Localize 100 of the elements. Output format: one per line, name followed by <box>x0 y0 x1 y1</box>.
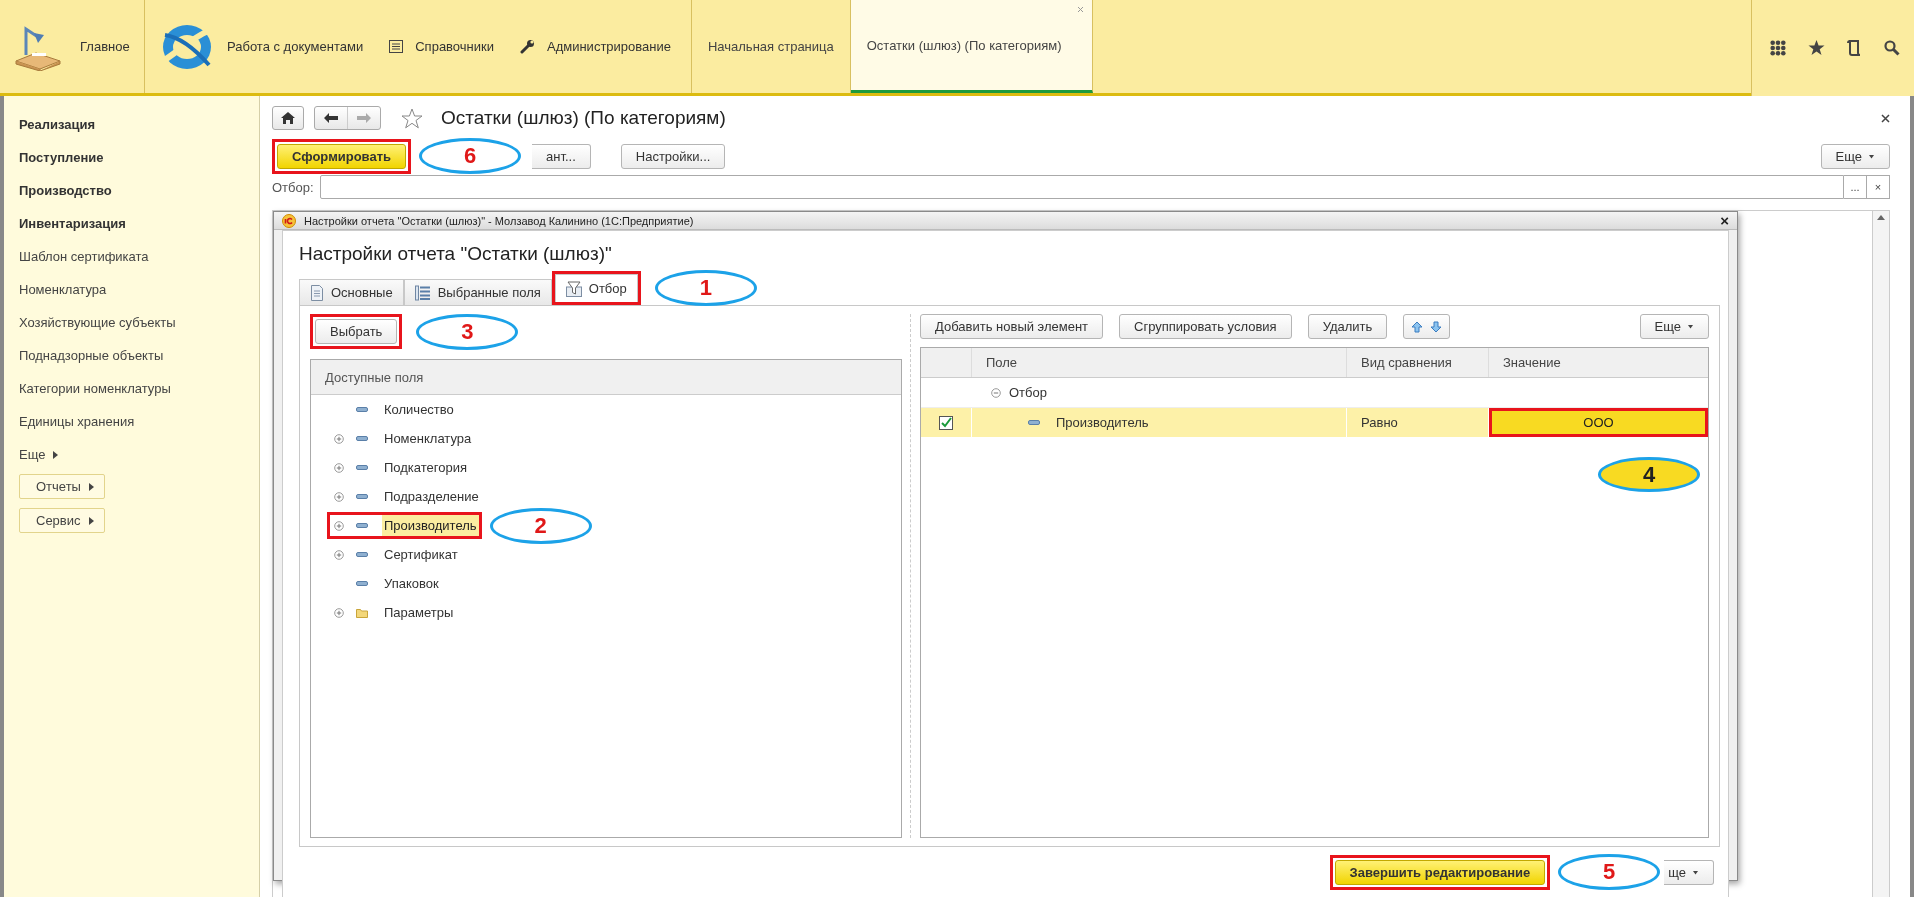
home-label: Главное <box>80 39 130 54</box>
field-item[interactable]: Параметры <box>382 602 456 623</box>
column-header: Значение <box>1488 348 1708 377</box>
expand-icon[interactable] <box>334 607 344 618</box>
window-title: Настройки отчета "Остатки (шлюз)" - Молзавод Калинино (1С:Предприятие) <box>304 214 695 227</box>
caret-icon <box>53 450 59 459</box>
dialog-heading: Настройки отчета "Остатки (шлюз)" <box>299 242 613 266</box>
house-icon <box>281 112 295 124</box>
expand-icon[interactable] <box>334 491 344 502</box>
field-item[interactable]: Сертификат <box>382 544 460 565</box>
toolbar-button[interactable]: Удалить <box>1307 314 1388 339</box>
settings-tab[interactable]: Выбранные поля <box>403 279 552 305</box>
settings-tab[interactable]: Основные <box>299 279 404 305</box>
up-arrow-icon[interactable] <box>1411 320 1424 333</box>
field-icon <box>1028 420 1040 425</box>
toolbar-button[interactable]: Настройки... <box>620 143 726 169</box>
expand-icon[interactable] <box>334 549 344 560</box>
apps-grid-icon[interactable] <box>1770 40 1786 56</box>
toolbar-button[interactable]: Сформировать <box>277 143 407 169</box>
scroll-up-icon[interactable] <box>1877 215 1885 220</box>
sidebar-section[interactable]: Поступление <box>19 141 104 174</box>
sidebar-item[interactable]: Единицы хранения <box>19 405 135 438</box>
search-icon[interactable] <box>1884 40 1900 56</box>
list-icon <box>414 284 431 301</box>
field-icon <box>356 407 368 412</box>
collapse-icon[interactable] <box>991 387 1001 398</box>
sidebar-item[interactable]: Шаблон сертификата <box>19 240 149 273</box>
callout-number: 5 <box>1558 854 1661 890</box>
callout-number: 2 <box>489 507 592 544</box>
home-button[interactable] <box>272 106 304 130</box>
sidebar-item[interactable]: Поднадзорные объекты <box>19 339 164 372</box>
filter-label: Отбор: <box>272 179 314 195</box>
sidebar-button[interactable]: Отчеты <box>19 474 105 499</box>
app-logo-icon <box>282 213 296 228</box>
column-header: Поле <box>971 348 1346 377</box>
field-icon <box>356 523 368 528</box>
checkbox[interactable] <box>939 415 953 430</box>
star-icon[interactable] <box>1808 40 1825 56</box>
clear-button[interactable]: × <box>1867 175 1890 199</box>
field-icon <box>356 552 368 557</box>
field-item[interactable]: Подкатегория <box>382 457 470 478</box>
field-item[interactable]: Производитель <box>382 515 479 536</box>
more-button[interactable]: Еще <box>1639 314 1709 339</box>
right-arrow-icon <box>357 113 371 123</box>
expand-icon[interactable] <box>334 433 344 444</box>
left-arrow-icon <box>324 113 338 123</box>
caret-icon <box>1687 323 1694 330</box>
caret-icon <box>88 482 94 491</box>
callout-number: 6 <box>419 138 522 174</box>
sidebar-button[interactable]: Сервис <box>19 508 105 533</box>
sidebar-item[interactable]: Хозяйствующие субъекты <box>19 306 176 339</box>
more-link[interactable]: Еще <box>19 447 46 462</box>
field-icon <box>356 436 368 441</box>
choose-button[interactable]: Выбрать <box>315 319 398 344</box>
section-link[interactable]: Администрирование <box>547 39 671 54</box>
close-button[interactable]: × <box>1720 212 1729 229</box>
select-button[interactable]: ... <box>1844 175 1867 199</box>
settings-tab[interactable]: Отбор <box>554 274 638 302</box>
filter-field[interactable] <box>319 175 1844 199</box>
close-icon[interactable] <box>1881 113 1890 123</box>
toolbar-button[interactable]: Сгруппировать условия <box>1119 314 1292 339</box>
caret-icon <box>1692 868 1699 876</box>
filter-icon <box>565 280 582 297</box>
sidebar-section[interactable]: Производство <box>19 174 112 207</box>
form-title: Остатки (шлюз) (По категориям) <box>441 107 727 129</box>
expand-icon[interactable] <box>334 462 344 473</box>
caret-icon <box>1868 152 1875 160</box>
section-link[interactable]: Справочники <box>415 39 494 54</box>
folder-icon <box>356 607 368 618</box>
list-icon <box>389 40 404 53</box>
expand-icon[interactable] <box>334 520 344 531</box>
field-icon <box>356 494 368 499</box>
sidebar-item[interactable]: Номенклатура <box>19 273 107 306</box>
field-item[interactable]: Упаковок <box>382 573 441 594</box>
field-icon <box>356 465 368 470</box>
sidebar-section[interactable]: Инвентаризация <box>19 207 126 240</box>
toolbar-button[interactable]: Добавить новый элемент <box>920 314 1104 339</box>
page-tab[interactable]: Остатки (шлюз) (По категориям) <box>850 0 1093 93</box>
list-header: Доступные поля <box>311 360 901 395</box>
sidebar-section[interactable]: Реализация <box>19 108 96 141</box>
section-link[interactable]: Работа с документами <box>227 39 364 54</box>
field-icon <box>356 581 368 586</box>
toolbar-button[interactable]: ант... <box>532 143 591 169</box>
group-label[interactable]: Отбор <box>1009 385 1047 400</box>
finish-editing-button[interactable]: Завершить редактирование <box>1334 859 1546 885</box>
field-item[interactable]: Подразделение <box>382 486 481 507</box>
field-item[interactable]: Количество <box>382 399 456 420</box>
page-tab[interactable]: Начальная страница <box>691 0 851 93</box>
callout-number: 1 <box>654 270 757 306</box>
down-arrow-icon[interactable] <box>1430 320 1443 333</box>
sidebar-item[interactable]: Категории номенклатуры <box>19 372 171 405</box>
more-button[interactable]: Еще <box>1820 143 1890 169</box>
wrench-icon <box>520 39 535 54</box>
field-item[interactable]: Номенклатура <box>382 428 474 449</box>
table-cell: Производитель <box>1056 415 1149 430</box>
document-icon <box>310 284 324 301</box>
callout-number: 3 <box>416 313 519 350</box>
more-button[interactable]: ще <box>1664 859 1714 885</box>
star-icon[interactable] <box>401 107 423 129</box>
home-section[interactable]: Главное <box>0 0 145 93</box>
